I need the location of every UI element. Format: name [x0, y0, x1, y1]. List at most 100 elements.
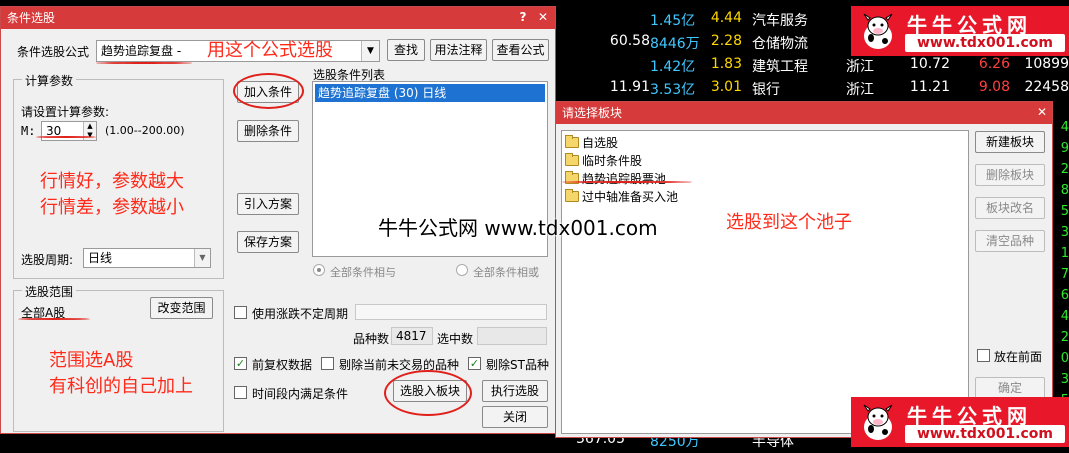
delete-block-button[interactable]: 删除板块 — [975, 164, 1045, 186]
usage-note-button[interactable]: 用法注释 — [430, 39, 487, 61]
price3-cell: 9.08 — [978, 79, 1010, 95]
close-icon[interactable]: ✕ — [1034, 104, 1050, 120]
exclude-untraded-checkbox[interactable] — [321, 357, 334, 370]
pct-cell: 3.01 — [710, 79, 742, 95]
selected-label: 选中数 — [437, 332, 474, 346]
count-label: 品种数 — [353, 332, 390, 346]
brand-logo: 牛牛公式网 www.tdx001.com — [851, 397, 1069, 447]
pct-cell: 1.83 — [710, 56, 742, 72]
import-plan-button[interactable]: 引入方案 — [237, 193, 299, 215]
pre-restore-checkbox[interactable]: ✓ — [234, 357, 247, 370]
list-item[interactable]: 临时条件股 — [565, 152, 642, 170]
annotation-add-kc: 有科创的自己加上 — [49, 376, 193, 397]
annotation-circle — [384, 370, 472, 416]
list-item[interactable]: 趋势追踪复盘 (30) 日线 — [315, 84, 545, 102]
logo-url: www.tdx001.com — [905, 34, 1065, 52]
folder-icon — [565, 189, 579, 202]
all-and-radio[interactable] — [313, 264, 325, 276]
ok-button[interactable]: 确定 — [975, 377, 1045, 399]
pct-cell: 2.28 — [710, 33, 742, 49]
period-value: 日线 — [88, 251, 113, 265]
close-icon[interactable]: ✕ — [535, 9, 551, 25]
list-item[interactable]: 自选股 — [565, 134, 618, 152]
volume-cell: 3.53亿 — [650, 82, 696, 98]
view-formula-button[interactable]: 查看公式 — [492, 39, 549, 61]
m-param-input[interactable]: 30 ▲ ▼ — [41, 121, 97, 141]
price3-cell: 6.26 — [978, 56, 1010, 72]
price-cell: 11.91 — [609, 79, 650, 95]
volume-cell: 1.45亿 — [650, 13, 696, 29]
annotation-use-formula: 用这个公式选股 — [207, 40, 333, 61]
industry-cell: 仓储物流 — [752, 36, 808, 52]
dialog-title: 请选择板块 — [562, 106, 623, 120]
param-prompt: 请设置计算参数: — [21, 105, 110, 119]
annotation-underline — [18, 318, 90, 320]
all-or-label: 全部条件相或 — [473, 266, 539, 279]
annotation-range-a: 范围选A股 — [49, 350, 134, 371]
execute-button[interactable]: 执行选股 — [482, 380, 548, 402]
pct-cell: 4.44 — [710, 10, 742, 26]
cow-mascot-icon — [863, 404, 893, 440]
price4-cell: 10899 — [1024, 56, 1069, 72]
change-range-button[interactable]: 改变范围 — [150, 297, 213, 319]
save-plan-button[interactable]: 保存方案 — [237, 231, 299, 253]
list-item[interactable]: 趋势追踪股票池 — [565, 170, 666, 188]
volume-cell: 8446万 — [650, 36, 700, 52]
block-list[interactable]: 自选股 临时条件股 趋势追踪股票池 过中轴准备买入池 — [561, 130, 969, 434]
annotation-circle — [233, 73, 304, 109]
period-select[interactable]: 日线 ▼ — [83, 248, 211, 268]
price2-cell: 11.21 — [909, 79, 950, 95]
formula-label: 条件选股公式 — [17, 45, 90, 59]
dialog-titlebar[interactable]: 条件选股 ? ✕ — [1, 7, 555, 29]
industry-cell: 汽车服务 — [752, 13, 808, 29]
time-period-checkbox[interactable] — [234, 386, 247, 399]
group-title: 计算参数 — [22, 72, 77, 89]
new-block-button[interactable]: 新建板块 — [975, 131, 1045, 153]
select-block-dialog: 请选择板块 ✕ 自选股 临时条件股 趋势追踪股票池 过中轴准备买入池 新建板块 … — [555, 101, 1053, 438]
list-item[interactable]: 过中轴准备买入池 — [565, 188, 678, 206]
delete-condition-button[interactable]: 删除条件 — [237, 120, 299, 142]
count-value: 4817 — [391, 327, 433, 345]
area-cell: 浙江 — [846, 82, 874, 98]
formula-value: 趋势追踪复盘 - — [101, 44, 182, 58]
rename-block-button[interactable]: 板块改名 — [975, 197, 1045, 219]
put-front-label: 放在前面 — [994, 350, 1043, 364]
irregular-period-checkbox[interactable] — [234, 306, 247, 319]
irregular-period-label: 使用涨跌不定周期 — [252, 307, 349, 321]
m-label: M: — [21, 124, 36, 138]
time-period-label: 时间段内满足条件 — [252, 387, 349, 401]
put-front-checkbox[interactable] — [977, 349, 990, 362]
chevron-down-icon[interactable]: ▼ — [361, 41, 379, 61]
annotation-underline — [36, 136, 96, 138]
annotation-underline — [96, 62, 192, 64]
brand-logo: 牛牛公式网 www.tdx001.com — [851, 6, 1069, 56]
chevron-down-icon[interactable]: ▼ — [194, 249, 210, 267]
group-title: 选股范围 — [22, 283, 77, 300]
price2-cell: 10.72 — [909, 56, 950, 72]
dialog-title: 条件选股 — [7, 11, 56, 25]
help-icon[interactable]: ? — [515, 9, 531, 25]
price4-cell: 22458 — [1024, 79, 1069, 95]
volume-cell: 1.42亿 — [650, 59, 696, 75]
watermark-text: 牛牛公式网 www.tdx001.com — [378, 216, 658, 240]
area-cell: 浙江 — [846, 59, 874, 75]
all-and-label: 全部条件相与 — [330, 266, 396, 279]
irregular-period-field[interactable] — [355, 304, 547, 320]
find-button[interactable]: 查找 — [387, 39, 425, 61]
period-label: 选股周期: — [21, 253, 74, 267]
exclude-st-checkbox[interactable]: ✓ — [468, 357, 481, 370]
logo-url: www.tdx001.com — [905, 425, 1065, 443]
clear-items-button[interactable]: 清空品种 — [975, 230, 1045, 252]
selected-value — [477, 327, 547, 345]
m-range: (1.00--200.00) — [105, 124, 185, 137]
annotation-market-bad: 行情差，参数越小 — [40, 197, 184, 218]
close-button[interactable]: 关闭 — [482, 406, 548, 428]
annotation-to-pool: 选股到这个池子 — [726, 212, 852, 233]
dialog-titlebar[interactable]: 请选择板块 ✕ — [556, 102, 1052, 124]
folder-icon — [565, 153, 579, 166]
annotation-market-good: 行情好，参数越大 — [40, 171, 184, 192]
all-or-radio[interactable] — [456, 264, 468, 276]
industry-cell: 银行 — [752, 82, 780, 98]
pre-restore-label: 前复权数据 — [252, 358, 313, 372]
industry-cell: 建筑工程 — [752, 59, 808, 75]
